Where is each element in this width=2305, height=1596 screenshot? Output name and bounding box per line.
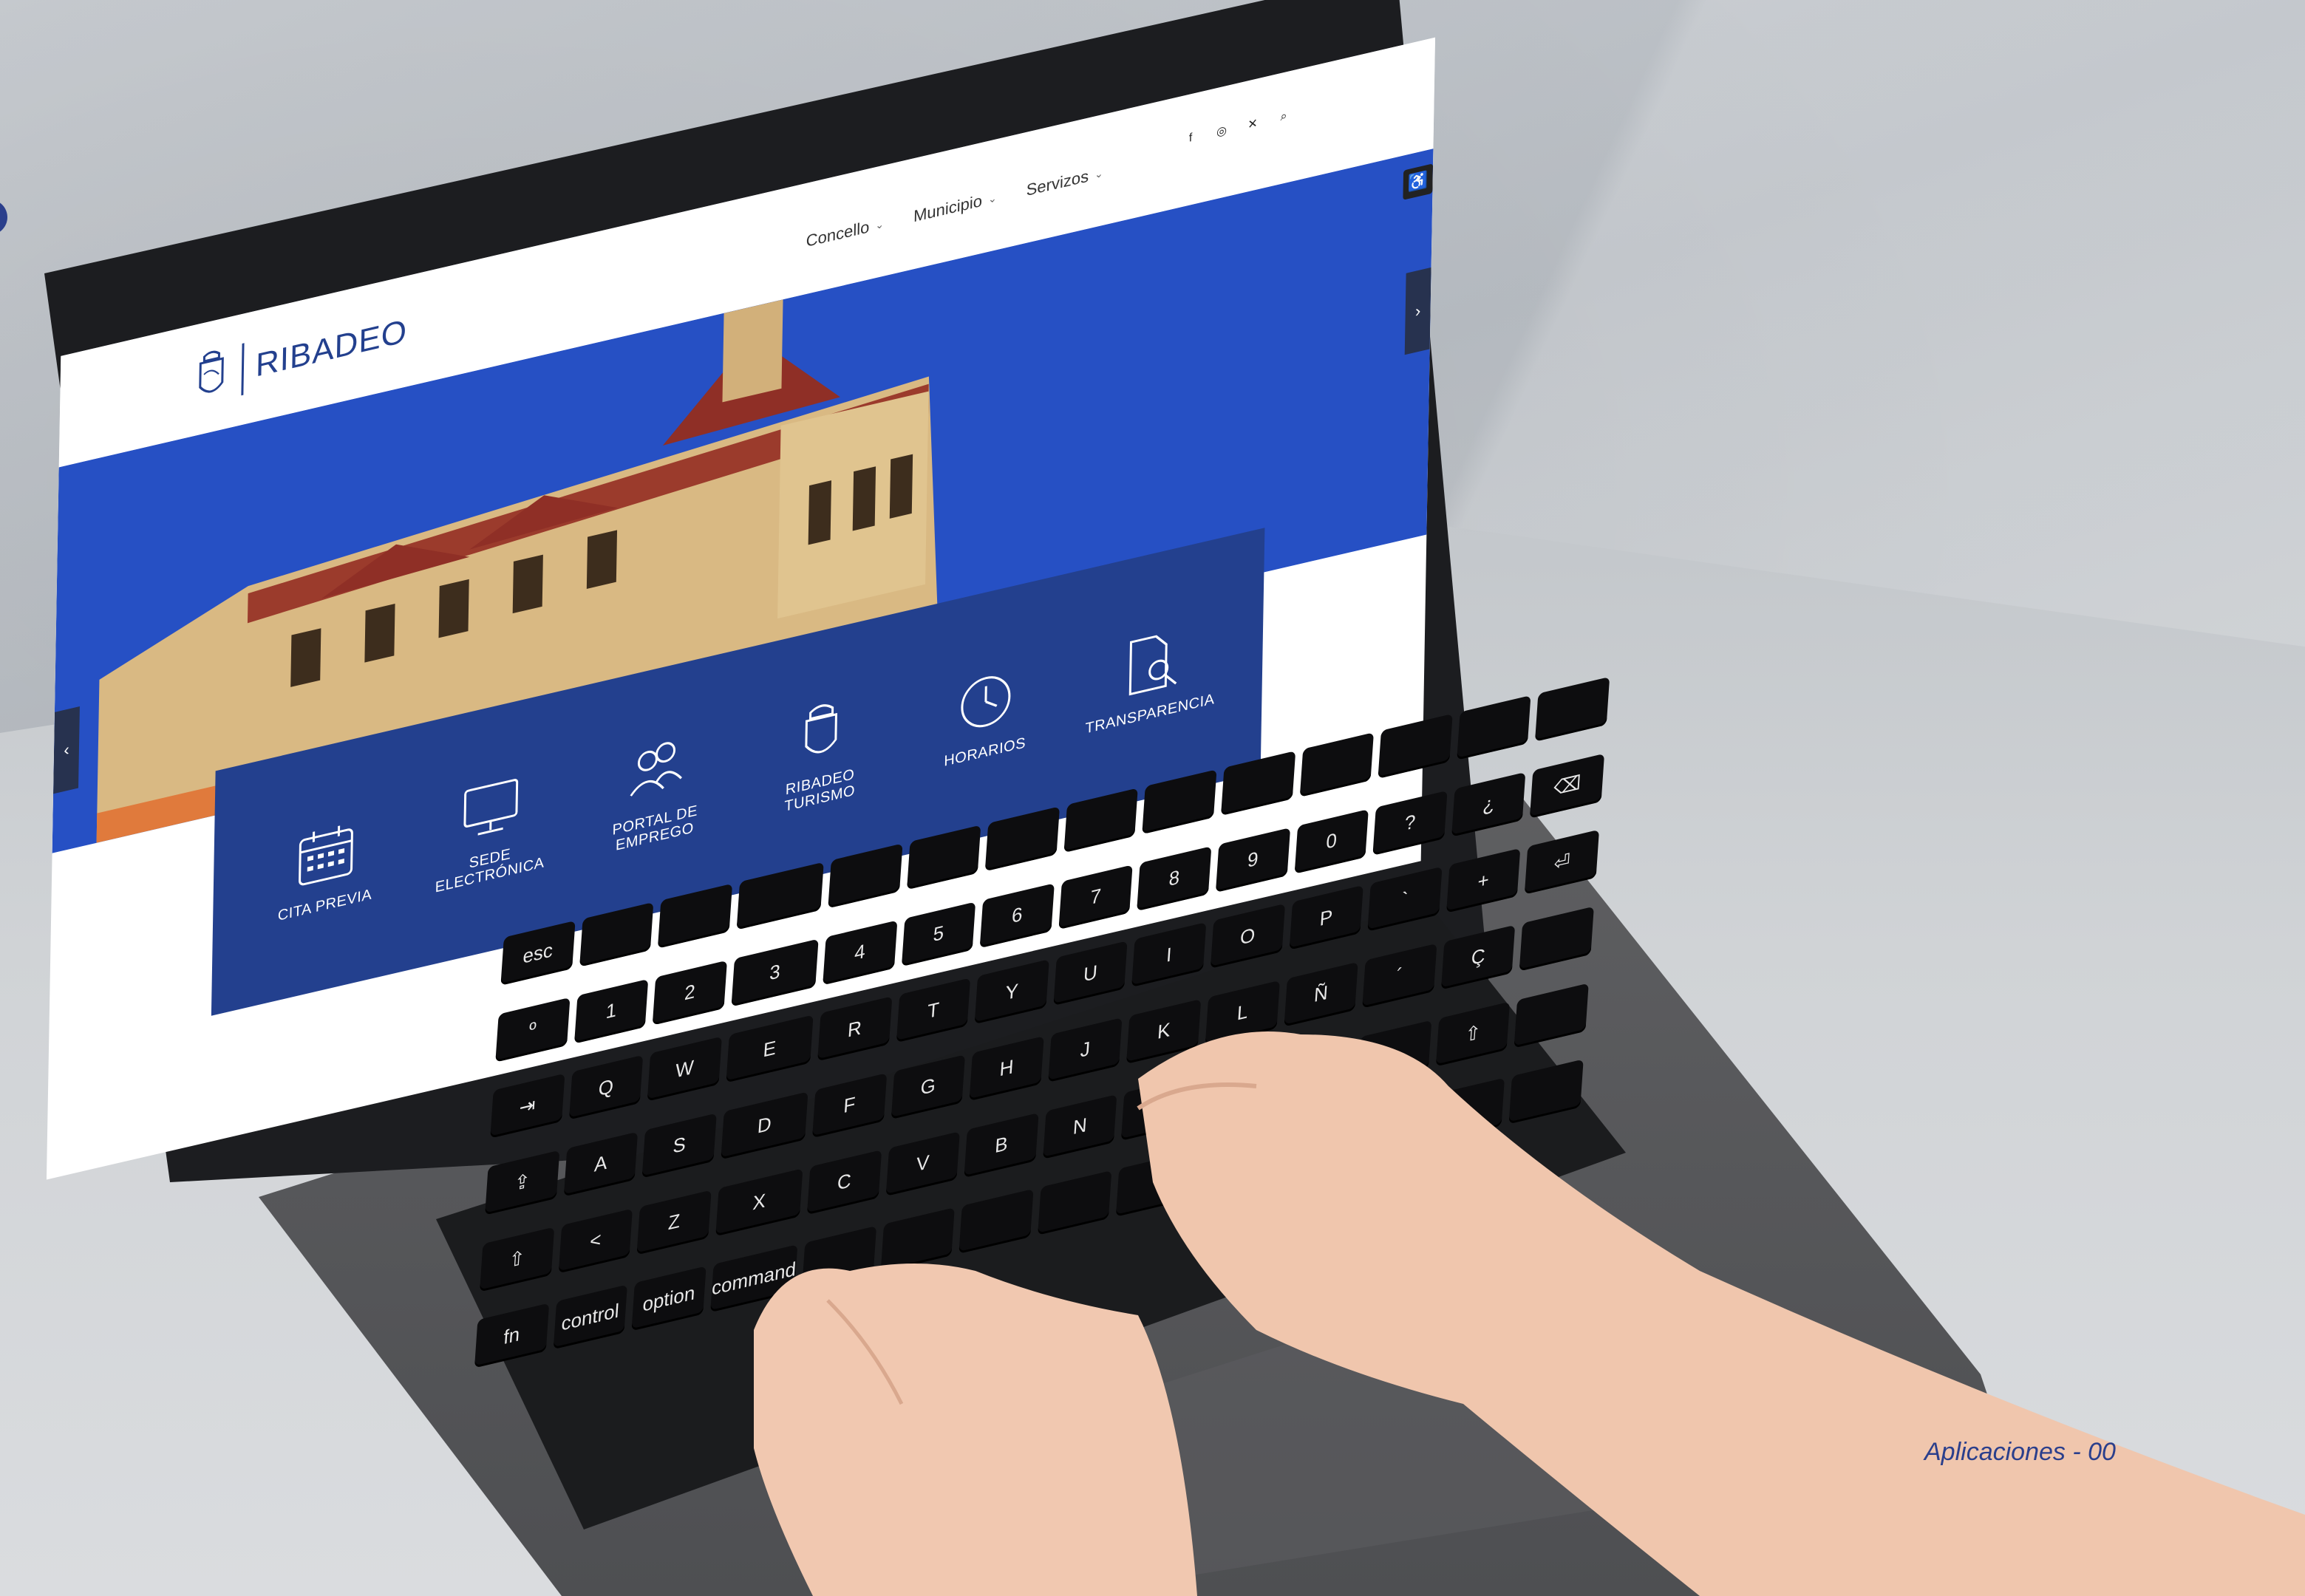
caption: Aplicaciones - 00 — [1924, 1438, 2116, 1466]
typing-hands — [754, 1031, 2305, 1596]
